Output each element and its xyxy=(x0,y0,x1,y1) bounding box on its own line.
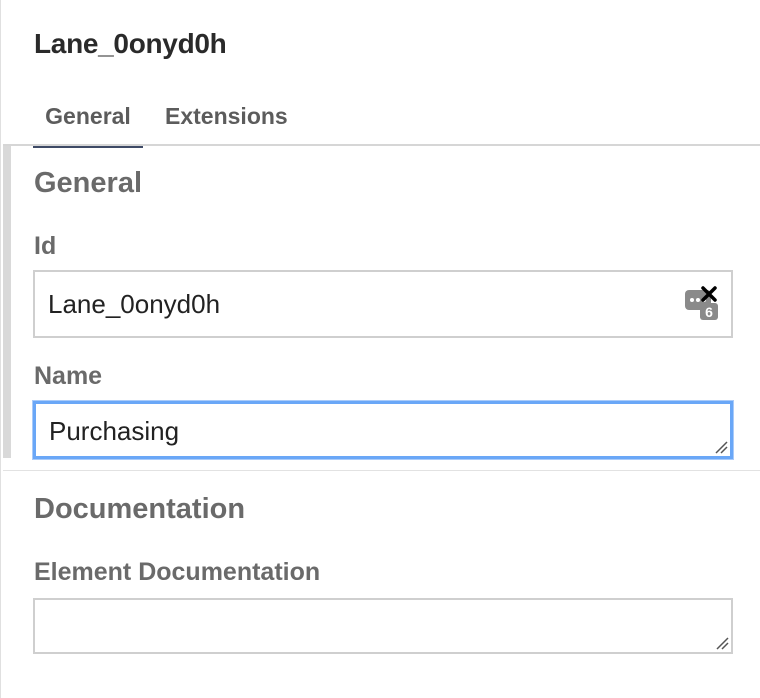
element-documentation-textarea[interactable] xyxy=(33,598,733,654)
name-field-value: Purchasing xyxy=(49,416,180,446)
name-label: Name xyxy=(34,362,103,390)
tab-divider xyxy=(3,144,760,146)
id-field[interactable]: Lane_0onyd0h xyxy=(33,270,733,338)
group-indicator-bar xyxy=(3,146,11,458)
documentation-group-heading: Documentation xyxy=(34,493,246,525)
resize-grip-icon[interactable] xyxy=(715,636,729,650)
section-divider xyxy=(3,470,760,471)
general-group-heading: General xyxy=(34,167,142,199)
resize-grip-icon[interactable] xyxy=(714,440,728,454)
tab-extensions[interactable]: Extensions xyxy=(165,96,288,144)
element-documentation-label: Element Documentation xyxy=(34,558,321,586)
element-title: Lane_0onyd0h xyxy=(34,28,227,59)
id-label: Id xyxy=(34,232,57,260)
id-field-value: Lane_0onyd0h xyxy=(48,289,221,319)
password-manager-badge: 6 xyxy=(705,304,713,320)
tab-general[interactable]: General xyxy=(33,96,143,148)
password-manager-icon[interactable]: 6 xyxy=(684,285,720,321)
name-textarea[interactable]: Purchasing xyxy=(33,401,733,459)
properties-panel: Lane_0onyd0h General Extensions General … xyxy=(0,0,760,698)
